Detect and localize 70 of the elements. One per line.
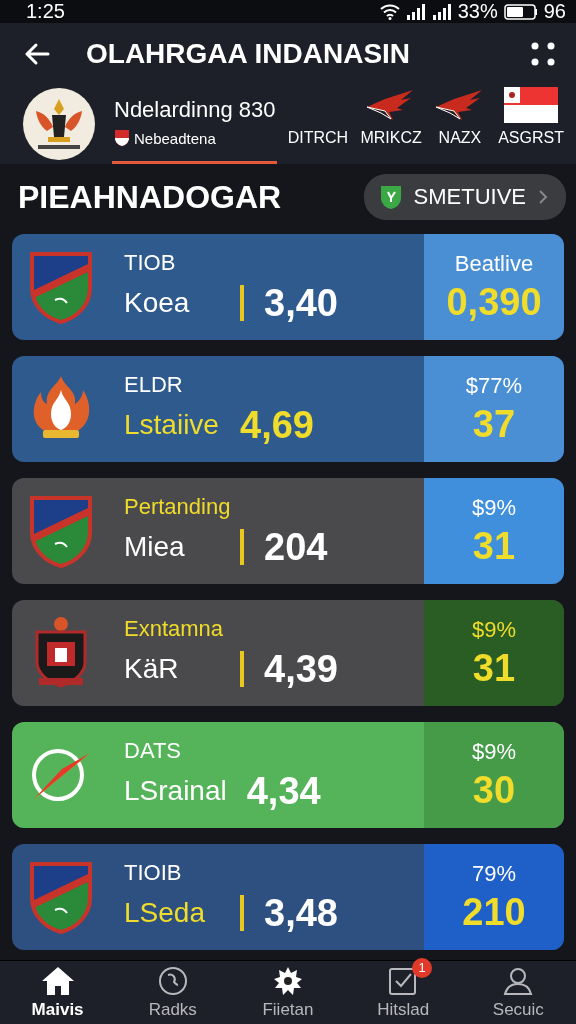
section-title: PIEAHNADOGAR — [18, 178, 282, 216]
team-name: LSeda — [124, 897, 206, 930]
chevron-icon — [538, 189, 548, 206]
odds-value: 30 — [472, 768, 516, 812]
match-card[interactable]: TIOIB LSeda 3,48 79% 210 — [12, 844, 564, 951]
tab[interactable]: Ndelardinng 830 Nebeadtena — [112, 97, 278, 165]
shield-icon — [379, 184, 402, 211]
flag-icon — [114, 129, 130, 148]
wifi-icon — [379, 3, 400, 20]
home-icon — [40, 965, 75, 996]
match-label: Pertanding — [124, 493, 232, 520]
match-card[interactable]: ELDR Lstaiive 4,69 $77% 37 — [12, 356, 564, 463]
person-icon — [503, 965, 534, 996]
checkbox-icon — [388, 965, 419, 996]
team-name: KäR — [124, 653, 180, 686]
score: 204 — [264, 525, 328, 569]
odds-label: $77% — [465, 372, 523, 399]
nav-item[interactable]: Secuic — [468, 961, 569, 1024]
team-name: Miea — [124, 531, 186, 564]
tab[interactable]: ASGRST — [496, 87, 566, 165]
match-label: Exntamna — [124, 615, 225, 642]
odds-label: $9% — [471, 494, 516, 521]
match-label: ELDR — [124, 371, 184, 398]
match-card[interactable]: TIOB Koea 3,40 Beatlive 0,390 — [12, 234, 564, 341]
page-title: OLAHRGAA INDANASIN — [86, 37, 412, 70]
match-label: DATS — [124, 737, 183, 764]
battery-icon — [503, 3, 538, 20]
tab[interactable]: DITRCH — [285, 89, 351, 165]
odds-value: 210 — [462, 890, 526, 934]
signal-icon — [405, 3, 426, 20]
odds-value: 31 — [472, 646, 516, 690]
match-label: TIOIB — [124, 859, 183, 886]
crest-icon — [29, 250, 93, 325]
more-icon[interactable] — [530, 40, 556, 67]
nav-item[interactable]: Radks — [122, 961, 223, 1024]
score: 4,34 — [246, 769, 321, 813]
team-name: Lstaiive — [124, 409, 220, 442]
nav-item[interactable]: Fiietan — [237, 961, 338, 1024]
nav-item[interactable]: Maivis — [7, 961, 108, 1024]
tab[interactable]: NAZX — [431, 89, 488, 165]
live-button[interactable]: SMETUIVE — [363, 174, 566, 221]
burst-icon — [272, 965, 303, 996]
match-card[interactable]: Pertanding Miea 204 $9% 31 — [12, 478, 564, 585]
flag-icon — [504, 87, 559, 124]
score: 3,48 — [264, 891, 338, 935]
odds-label: 79% — [471, 860, 516, 887]
match-label: TIOB — [124, 249, 177, 276]
dial-icon — [157, 965, 188, 996]
crest-icon — [29, 494, 93, 569]
emblem-icon — [22, 87, 96, 162]
status-time: 1:25 — [26, 0, 65, 23]
match-card[interactable]: Exntamna KäR 4,39 $9% 31 — [12, 600, 564, 707]
signal-icon — [431, 3, 452, 20]
team-name: Koea — [124, 287, 191, 320]
back-icon[interactable] — [24, 41, 50, 66]
status-text: 96 — [543, 0, 566, 23]
odds-value: 37 — [472, 402, 516, 446]
odds-label: $9% — [471, 616, 516, 643]
odds-value: 0,390 — [446, 280, 542, 324]
tab[interactable]: MRIKCZ — [358, 89, 424, 165]
team-name: LSrainal — [124, 775, 227, 808]
score: 3,40 — [264, 281, 338, 325]
battery-percent: 33% — [457, 0, 498, 23]
score: 4,69 — [240, 403, 314, 447]
score: 4,39 — [264, 647, 338, 691]
notification-badge: 1 — [412, 957, 433, 978]
crest-icon — [29, 860, 93, 935]
odds-value: 31 — [472, 524, 516, 568]
odds-label: $9% — [471, 738, 516, 765]
odds-label: Beatlive — [454, 250, 534, 277]
